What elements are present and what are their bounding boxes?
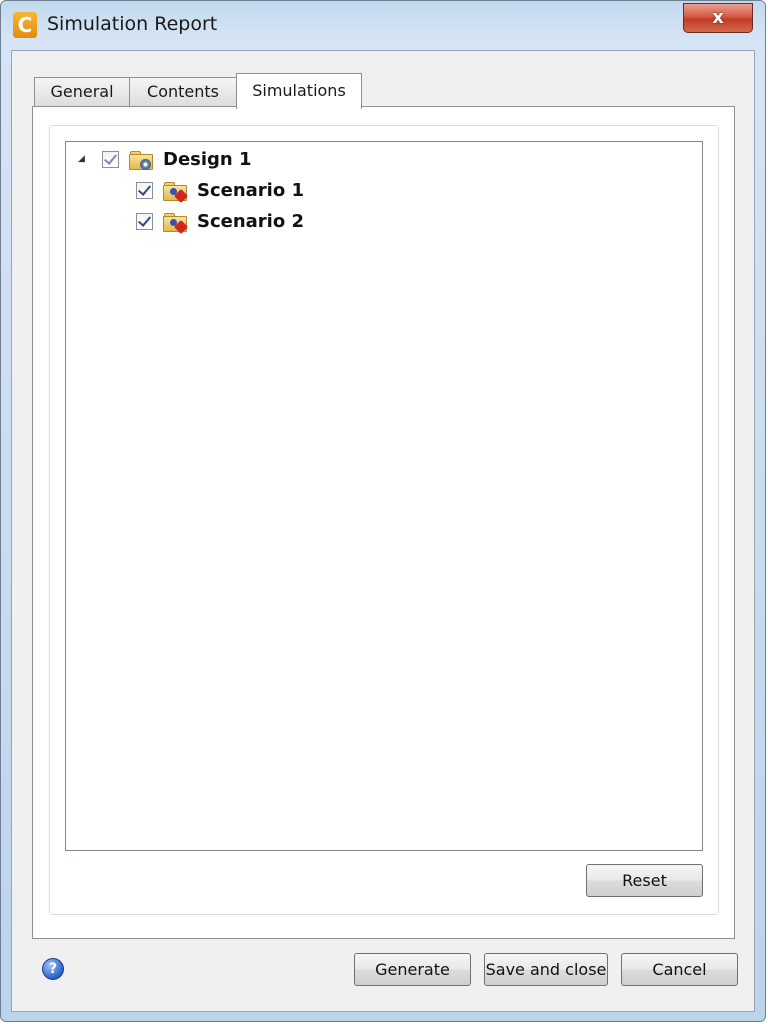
tab-general[interactable]: General [34,77,130,107]
scenario-2-checkbox[interactable] [136,212,153,230]
close-button[interactable]: x [683,3,753,33]
tree-item-scenario-1[interactable]: Scenario 1 [136,177,305,204]
save-and-close-button[interactable]: Save and close [484,953,608,986]
scenario-folder-icon [163,211,189,235]
cancel-button[interactable]: Cancel [621,953,738,986]
tab-simulations[interactable]: Simulations [236,73,362,109]
tab-contents[interactable]: Contents [129,77,237,107]
help-icon[interactable]: ? [42,958,64,980]
reset-button[interactable]: Reset [586,864,703,897]
title-bar[interactable]: C Simulation Report x [1,1,765,49]
design-1-label: Design 1 [163,148,252,170]
dialog-client-area: General Contents Simulations ◢ Design 1 [11,50,755,1012]
simulations-group: ◢ Design 1 Scenario 1 Scenario 2 Reset [49,125,719,915]
design-folder-icon [129,149,153,170]
expand-triangle-icon[interactable]: ◢ [78,154,92,164]
tree-item-scenario-2[interactable]: Scenario 2 [136,208,305,235]
window-title: Simulation Report [47,13,218,35]
scenario-1-label: Scenario 1 [197,179,305,201]
design-1-checkbox[interactable] [102,150,119,168]
scenario-folder-icon [163,180,189,204]
simulations-tab-panel: ◢ Design 1 Scenario 1 Scenario 2 Reset [32,106,735,939]
scenario-1-checkbox[interactable] [136,181,153,199]
simulation-tree[interactable]: ◢ Design 1 Scenario 1 Scenario 2 [65,141,703,851]
app-logo-icon: C [13,12,37,38]
scenario-2-label: Scenario 2 [197,210,305,232]
simulation-report-window: C Simulation Report x General Contents S… [0,0,766,1022]
generate-button[interactable]: Generate [354,953,471,986]
tree-item-design-1[interactable]: ◢ Design 1 [78,146,252,172]
